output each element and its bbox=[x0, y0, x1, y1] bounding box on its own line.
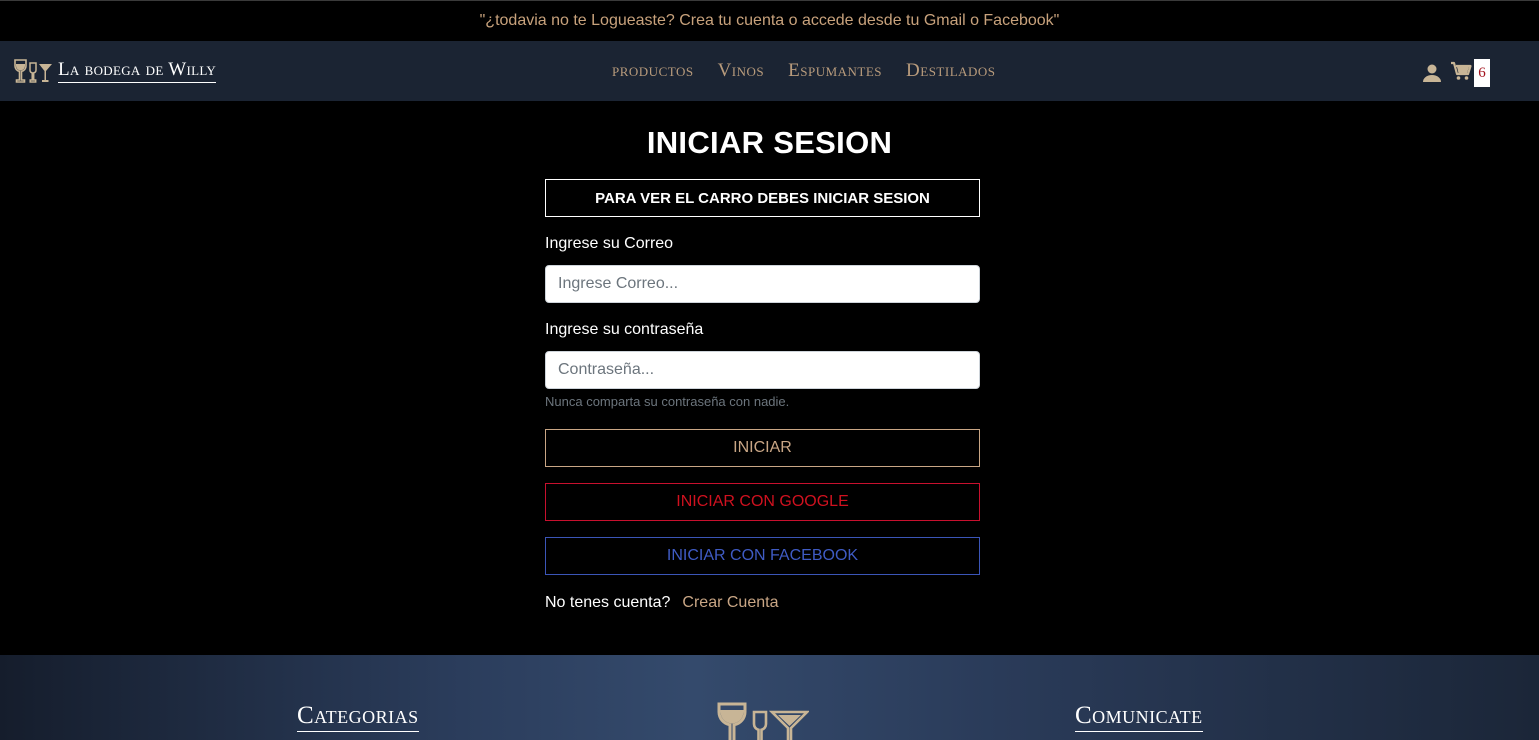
cart-login-alert: PARA VER EL CARRO DEBES INICIAR SESION bbox=[545, 179, 980, 217]
password-label: Ingrese su contraseña bbox=[545, 321, 704, 338]
footer-contact-heading: Comunicate bbox=[1075, 701, 1203, 732]
footer: Categorias Comunicate bbox=[0, 655, 1539, 740]
nav-link-destilados[interactable]: Destilados bbox=[906, 60, 996, 82]
create-account-link[interactable]: Crear Cuenta bbox=[682, 594, 778, 612]
announcement-bar: "¿todavia no te Logueaste? Crea tu cuent… bbox=[0, 0, 1539, 41]
wine-glasses-icon bbox=[14, 58, 54, 84]
nav-link-productos[interactable]: productos bbox=[612, 60, 694, 82]
nav-link-espumantes[interactable]: Espumantes bbox=[788, 60, 882, 82]
navbar: La bodega de Willy productos Vinos Espum… bbox=[0, 41, 1539, 101]
brand-name: La bodega de Willy bbox=[58, 59, 217, 83]
cart-count-badge: 6 bbox=[1474, 59, 1490, 87]
nav-link-vinos[interactable]: Vinos bbox=[718, 60, 765, 82]
alert-text: PARA VER EL CARRO DEBES INICIAR SESION bbox=[595, 189, 930, 207]
facebook-login-button[interactable]: INICIAR CON FACEBOOK bbox=[545, 537, 980, 575]
signup-row: No tenes cuenta? Crear Cuenta bbox=[545, 594, 778, 612]
cart-button[interactable]: 6 bbox=[1450, 59, 1490, 87]
password-input[interactable] bbox=[545, 351, 980, 389]
footer-categories-heading: Categorias bbox=[297, 701, 419, 732]
cart-icon bbox=[1450, 61, 1472, 86]
footer-wine-glasses-icon bbox=[717, 702, 809, 740]
email-label: Ingrese su Correo bbox=[545, 235, 674, 252]
login-section: INICIAR SESION PARA VER EL CARRO DEBES I… bbox=[0, 101, 1539, 655]
password-help-text: Nunca comparta su contraseña con nadie. bbox=[545, 394, 790, 409]
user-icon[interactable] bbox=[1422, 63, 1442, 83]
login-button[interactable]: INICIAR bbox=[545, 429, 980, 467]
email-input[interactable] bbox=[545, 265, 980, 303]
nav-actions: 6 bbox=[1422, 59, 1490, 87]
main-nav: productos Vinos Espumantes Destilados bbox=[612, 41, 996, 101]
brand-link[interactable]: La bodega de Willy bbox=[14, 57, 217, 85]
signup-question: No tenes cuenta? bbox=[545, 594, 671, 611]
page-title: INICIAR SESION bbox=[646, 125, 893, 160]
google-login-button[interactable]: INICIAR CON GOOGLE bbox=[545, 483, 980, 521]
announcement-text: "¿todavia no te Logueaste? Crea tu cuent… bbox=[479, 12, 1060, 29]
